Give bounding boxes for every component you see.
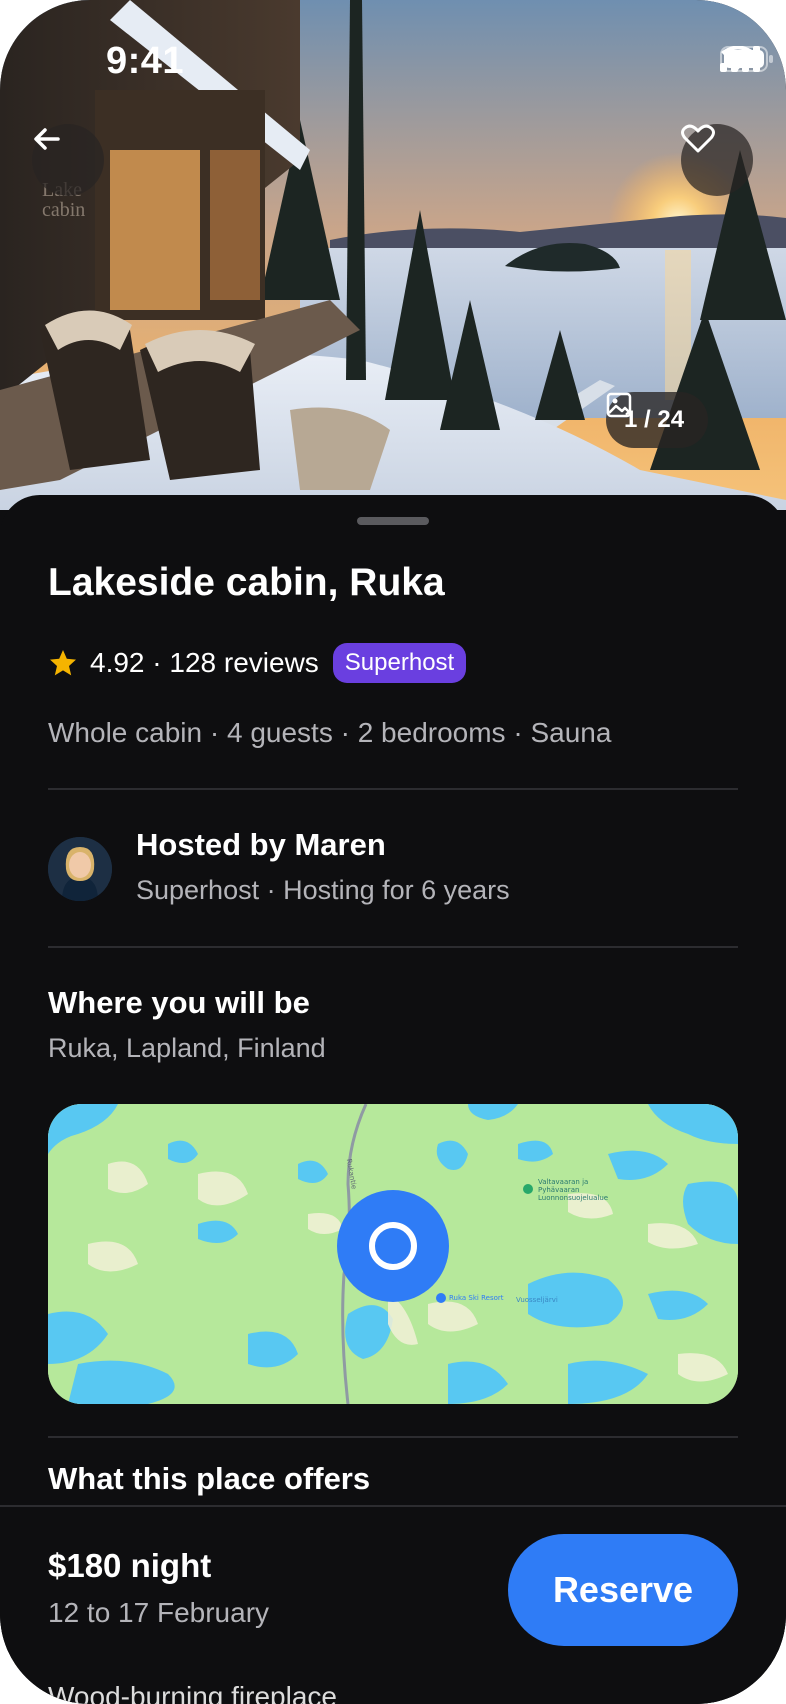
price: $180 night [48, 1547, 212, 1584]
location-map[interactable]: Valtavaaran ja Pyhävaaran Luonnonsuojelu… [48, 1104, 738, 1404]
host-subtitle: Superhost · Hosting for 6 years [136, 875, 510, 905]
location-subtitle: Ruka, Lapland, Finland [48, 1033, 326, 1063]
rating-text: 4.92 · 128 reviews [90, 647, 319, 678]
map-label-lake: Vuosseljärvi [516, 1296, 558, 1304]
location-title: Where you will be [48, 985, 310, 1020]
svg-text:cabin: cabin [42, 199, 85, 221]
photo-counter-text: 1 / 24 [624, 406, 685, 433]
rating-row[interactable]: 4.92 · 128 reviews Superhost [48, 643, 467, 683]
amenity-item-peek: Wood-burning fireplace [48, 1685, 748, 1704]
map-label-resort: Ruka Ski Resort [449, 1294, 504, 1302]
heart-icon [681, 124, 715, 153]
divider [48, 788, 738, 790]
reserve-button[interactable]: Reserve [508, 1534, 738, 1646]
back-button[interactable] [32, 124, 104, 196]
map-label-park: Valtavaaran ja Pyhävaaran Luonnonsuojelu… [538, 1178, 609, 1202]
photo-counter[interactable]: 1 / 24 [606, 392, 709, 448]
listing-details: Whole cabin · 4 guests · 2 bedrooms · Sa… [48, 717, 612, 748]
pin-ring-icon [369, 1222, 417, 1270]
arrow-left-icon [34, 128, 60, 150]
divider [48, 946, 738, 948]
phone-frame: Lake cabin 9:41 [0, 0, 786, 1704]
booking-dates[interactable]: 12 to 17 February [48, 1597, 269, 1629]
image-icon [606, 392, 632, 418]
offers-title: What this place offers [48, 1461, 371, 1496]
superhost-badge: Superhost [332, 643, 467, 683]
hero-photo[interactable]: Lake cabin 9:41 [0, 0, 786, 510]
booking-bar: $180 night 12 to 17 February Reserve Woo… [0, 1505, 786, 1704]
host-photo [48, 837, 112, 901]
favorite-button[interactable] [681, 124, 753, 196]
location-pin[interactable] [337, 1190, 449, 1302]
amenity-item-label: Wood-burning fireplace [48, 1685, 337, 1704]
host-avatar[interactable] [48, 837, 112, 901]
divider [48, 1436, 738, 1438]
star-icon [50, 650, 76, 676]
listing-title: Lakeside cabin, Ruka [48, 561, 445, 604]
battery-icon [720, 46, 773, 72]
sheet-grabber[interactable] [357, 517, 429, 525]
status-bar: 9:41 [0, 0, 786, 120]
host-name[interactable]: Hosted by Maren [136, 827, 386, 863]
status-time: 9:41 [106, 40, 185, 82]
